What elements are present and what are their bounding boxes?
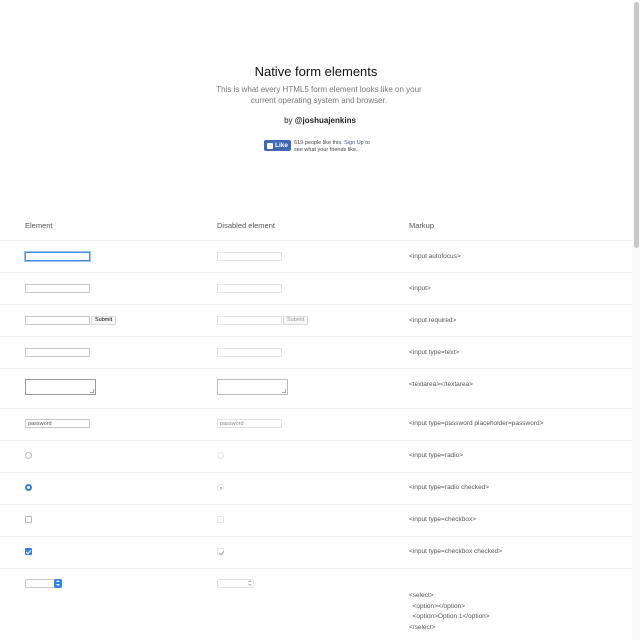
- password-input[interactable]: password: [25, 419, 90, 428]
- disabled-autofocus-input: [217, 252, 282, 261]
- markup-password: <input type=password placeholder=passwor…: [409, 420, 544, 427]
- disabled-password-input: password: [217, 419, 282, 428]
- markup-select-line: </select>: [409, 623, 436, 631]
- row-divider: [0, 408, 632, 409]
- password-placeholder: password: [28, 421, 52, 427]
- page-scrollbar[interactable]: [632, 0, 640, 640]
- checkbox[interactable]: [25, 516, 32, 523]
- scrollbar-thumb[interactable]: [634, 2, 639, 248]
- thumbs-up-icon: [267, 142, 273, 149]
- markup-select-line: <option></option>: [409, 602, 466, 610]
- row-divider: [0, 336, 632, 337]
- disabled-required-input: [217, 316, 282, 325]
- disabled-type-text-input: [217, 348, 282, 357]
- markup-select: <select> <option></option> <option>Optio…: [409, 591, 490, 633]
- radio-button-checked[interactable]: [25, 484, 32, 491]
- disabled-radio-button-checked: [217, 484, 224, 491]
- byline-prefix: by: [284, 116, 295, 125]
- row-divider: [0, 440, 632, 441]
- byline: by @joshuajenkins: [0, 116, 640, 125]
- required-input[interactable]: [25, 316, 90, 325]
- row-divider: [0, 304, 632, 305]
- facebook-like-text: 619 people like this. Sign Up to see wha…: [294, 140, 374, 154]
- disabled-password-placeholder: password: [220, 421, 244, 427]
- markup-radio: <input type=radio>: [409, 452, 464, 459]
- textarea[interactable]: [25, 379, 96, 395]
- markup-type-text: <input type=text>: [409, 349, 460, 356]
- row-divider: [0, 368, 632, 369]
- markup-checkbox: <input type=checkbox>: [409, 516, 477, 523]
- page-subtitle: This is what every HTML5 form element lo…: [216, 85, 422, 105]
- markup-input: <input>: [409, 285, 431, 292]
- type-text-input[interactable]: [25, 348, 90, 357]
- column-header-disabled: Disabled element: [217, 221, 275, 230]
- markup-autofocus: <input autofocus>: [409, 253, 461, 260]
- checkbox-checked[interactable]: [25, 548, 32, 555]
- disabled-checkbox-checked: [217, 548, 224, 555]
- facebook-like-button[interactable]: Like: [264, 140, 292, 151]
- row-divider: [0, 504, 632, 505]
- row-divider: [0, 472, 632, 473]
- text-input[interactable]: [25, 284, 90, 293]
- like-count: 619 people like this.: [294, 140, 343, 146]
- disabled-text-input: [217, 284, 282, 293]
- like-label: Like: [275, 142, 289, 149]
- facebook-signup-link[interactable]: Sign Up: [344, 140, 364, 146]
- markup-checkbox-checked: <input type=checkbox checked>: [409, 548, 503, 555]
- row-divider: [0, 536, 632, 537]
- author-link[interactable]: @joshuajenkins: [295, 116, 356, 125]
- page-title: Native form elements: [254, 64, 378, 79]
- disabled-select-dropdown: [217, 579, 254, 588]
- disabled-textarea: [217, 379, 288, 395]
- row-divider: [0, 568, 632, 569]
- autofocus-input[interactable]: [25, 252, 90, 261]
- submit-button[interactable]: Submit: [91, 316, 117, 325]
- disabled-checkbox: [217, 516, 224, 523]
- select-dropdown[interactable]: [25, 579, 62, 588]
- disabled-submit-button: Submit: [283, 316, 309, 325]
- disabled-select-chevron-icon: [246, 579, 254, 588]
- radio-button[interactable]: [25, 452, 32, 459]
- markup-select-line: <select>: [409, 592, 434, 599]
- markup-radio-checked: <input type=radio checked>: [409, 484, 490, 491]
- disabled-radio-button: [217, 452, 224, 459]
- row-divider: [0, 272, 632, 273]
- column-header-markup: Markup: [409, 221, 435, 230]
- markup-select-line: <option>Option 1</option>: [409, 613, 490, 620]
- row-divider: [0, 240, 632, 241]
- markup-textarea: <textarea></textarea>: [409, 381, 473, 388]
- facebook-like-widget: Like 619 people like this. Sign Up to se…: [264, 140, 374, 154]
- column-header-element: Element: [25, 221, 53, 230]
- select-chevron-icon: [54, 579, 62, 588]
- markup-required: <input required>: [409, 317, 457, 324]
